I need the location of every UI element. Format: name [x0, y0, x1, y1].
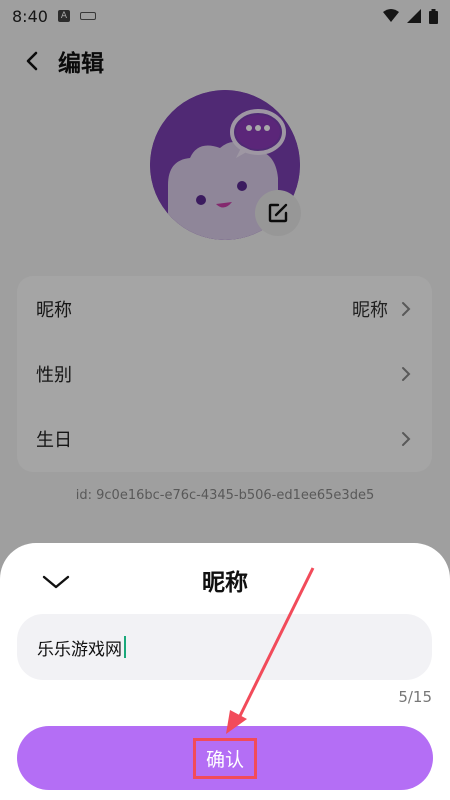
sheet-title: 昵称	[202, 570, 248, 596]
confirm-button[interactable]: 确认	[17, 726, 433, 790]
nickname-bottom-sheet: 昵称 乐乐游戏网 5/15 确认	[0, 543, 450, 800]
nickname-input[interactable]: 乐乐游戏网	[17, 614, 432, 680]
confirm-button-label: 确认	[192, 737, 257, 779]
nickname-input-value: 乐乐游戏网	[37, 639, 122, 660]
text-caret	[124, 636, 126, 658]
char-counter: 5/15	[398, 688, 432, 706]
